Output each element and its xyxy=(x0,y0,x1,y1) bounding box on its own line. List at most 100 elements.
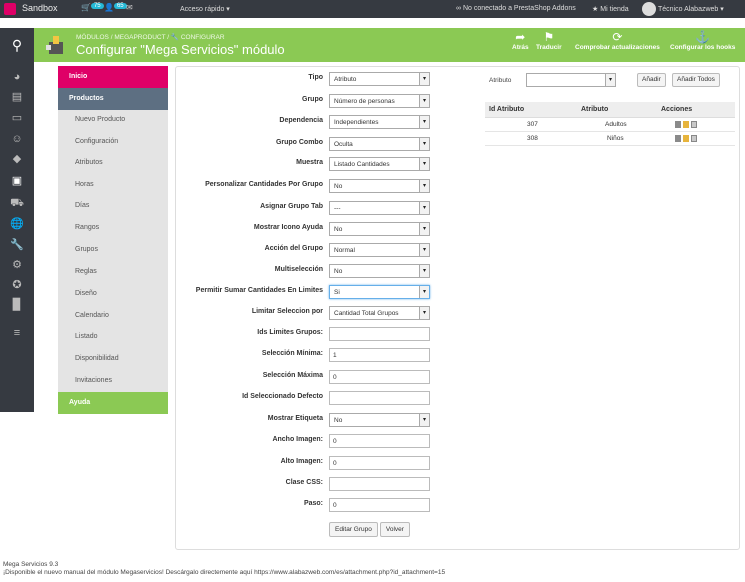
stats-icon[interactable]: ▉ xyxy=(9,298,25,312)
input-alto-imagen[interactable]: 0 xyxy=(329,456,430,470)
prestashop-logo[interactable] xyxy=(4,3,16,15)
select-personalizar[interactable]: No ▾ xyxy=(329,179,430,193)
input-seleccion-maxima[interactable]: 0 xyxy=(329,370,430,384)
breadcrumb-modules[interactable]: MÓDULOS xyxy=(76,34,109,41)
select-mostrar-etiqueta[interactable]: No ▾ xyxy=(329,413,430,427)
menu-item-nuevo-producto[interactable]: Nuevo Producto xyxy=(58,109,168,131)
label-grupo-combo: Grupo Combo xyxy=(275,139,323,146)
search-icon[interactable]: ⚲ xyxy=(0,28,34,62)
collapse-menu-icon[interactable]: ≡ xyxy=(9,326,25,340)
menu-item-inicio[interactable]: Inicio xyxy=(58,66,168,88)
input-ancho-imagen[interactable]: 0 xyxy=(329,434,430,448)
form-row-ids-limites: Ids Limites Grupos: xyxy=(175,327,435,341)
breadcrumb-module-name[interactable]: MEGAPRODUCT xyxy=(114,34,165,41)
form-row-personalizar: Personalizar Cantidades Por Grupo No ▾ xyxy=(175,179,435,193)
translate-button[interactable]: ⚑ Traducir xyxy=(536,31,562,52)
menu-item-calendario[interactable]: Calendario xyxy=(58,305,168,327)
label-ids-limites: Ids Limites Grupos: xyxy=(257,329,323,336)
back-button[interactable]: ➦ Atrás xyxy=(512,31,529,52)
select-asignar-tab[interactable]: --- ▾ xyxy=(329,201,430,215)
delete-icon[interactable] xyxy=(691,135,697,142)
select-grupo-combo[interactable]: Oculta ▾ xyxy=(329,137,430,151)
menu-item-atributos[interactable]: Atributos xyxy=(58,152,168,174)
edit-group-button[interactable]: Editar Grupo xyxy=(329,522,378,537)
select-tipo[interactable]: Atributo ▾ xyxy=(329,72,430,86)
orders-badge: 75 xyxy=(90,3,104,9)
select-limitar-seleccion[interactable]: Cantidad Total Grupos ▾ xyxy=(329,306,430,320)
payment-icon[interactable]: ▭ xyxy=(9,111,25,125)
orders-notification[interactable]: 🛒 75 xyxy=(81,3,104,12)
gears-icon[interactable]: ⚙ xyxy=(9,258,25,272)
user-menu[interactable]: Técnico Alabazweb ▾ xyxy=(658,5,724,13)
menu-item-dias[interactable]: Días xyxy=(58,195,168,217)
select-grupo[interactable]: Número de personas ▾ xyxy=(329,94,430,108)
check-updates-button[interactable]: ⟳ Comprobar actualizaciones xyxy=(575,30,660,52)
avatar[interactable] xyxy=(642,2,656,16)
select-permitir-sumar[interactable]: Si ▾ xyxy=(329,285,430,299)
menu-item-grupos[interactable]: Grupos xyxy=(58,239,168,261)
stats-icon[interactable] xyxy=(675,121,681,128)
edit-icon[interactable] xyxy=(683,135,689,142)
input-id-seleccionado[interactable] xyxy=(329,391,430,405)
form-row-paso: Paso: 0 xyxy=(175,498,435,512)
stats-icon[interactable] xyxy=(675,135,681,142)
input-paso[interactable]: 0 xyxy=(329,498,430,512)
chevron-down-icon: ▾ xyxy=(419,138,429,150)
menu-item-diseno[interactable]: Diseño xyxy=(58,283,168,305)
chevron-down-icon: ▾ xyxy=(419,223,429,235)
wrench-settings-icon[interactable]: 🔧 xyxy=(9,238,25,252)
input-clase-css[interactable] xyxy=(329,477,430,491)
chevron-down-icon: ▾ xyxy=(419,116,429,128)
input-seleccion-minima[interactable]: 1 xyxy=(329,348,430,362)
messages-notification[interactable]: ✉ xyxy=(126,3,133,12)
form-row-limitar-seleccion: Limitar Seleccion por Cantidad Total Gru… xyxy=(175,306,435,320)
customers-notification[interactable]: 👤 65 xyxy=(104,3,127,12)
select-muestra[interactable]: Listado Cantidades ▾ xyxy=(329,157,430,171)
my-shop-link[interactable]: ★ Mi tienda xyxy=(592,5,629,13)
puzzle-icon[interactable]: ✪ xyxy=(9,278,25,292)
add-all-attributes-button[interactable]: Añadir Todos xyxy=(672,73,720,87)
form-row-asignar-tab: Asignar Grupo Tab --- ▾ xyxy=(175,201,435,215)
menu-item-invitaciones[interactable]: Invitaciones xyxy=(58,370,168,392)
menu-item-disponibilidad[interactable]: Disponibilidad xyxy=(58,348,168,370)
menu-item-ayuda[interactable]: Ayuda xyxy=(58,392,168,414)
configure-hooks-button[interactable]: ⚓ Configurar los hooks xyxy=(670,30,735,52)
edit-icon[interactable] xyxy=(683,121,689,128)
select-multiseleccion[interactable]: No ▾ xyxy=(329,264,430,278)
dashboard-icon[interactable]: ◕ xyxy=(9,70,25,84)
back-form-button[interactable]: Volver xyxy=(379,522,410,537)
select-dependencia[interactable]: Independientes ▾ xyxy=(329,115,430,129)
label-personalizar: Personalizar Cantidades Por Grupo xyxy=(205,181,323,188)
shipping-icon[interactable]: ⛟ xyxy=(9,196,25,210)
globe-icon[interactable]: 🌐 xyxy=(9,217,25,231)
attribute-select[interactable]: ▾ xyxy=(526,73,616,87)
menu-item-rangos[interactable]: Rangos xyxy=(58,217,168,239)
add-attribute-button[interactable]: Añadir xyxy=(637,73,666,87)
menu-item-listado[interactable]: Listado xyxy=(58,326,168,348)
modules-icon[interactable]: ▣ xyxy=(9,174,25,188)
menu-item-horas[interactable]: Horas xyxy=(58,174,168,196)
refresh-icon: ⟳ xyxy=(612,30,623,44)
chevron-down-icon: ▾ xyxy=(419,307,429,319)
module-version: Mega Servicios 9.3 xyxy=(3,561,59,568)
menu-item-reglas[interactable]: Reglas xyxy=(58,261,168,283)
input-ids-limites[interactable] xyxy=(329,327,430,341)
form-row-grupo: Grupo Número de personas ▾ xyxy=(175,94,435,108)
menu-item-productos[interactable]: Productos xyxy=(58,88,168,110)
addons-status[interactable]: ∞ No conectado a PrestaShop Addons xyxy=(456,5,576,12)
delete-icon[interactable] xyxy=(691,121,697,128)
select-accion-grupo[interactable]: Normal ▾ xyxy=(329,243,430,257)
menu-item-configuracion[interactable]: Configuración xyxy=(58,131,168,153)
chevron-down-icon: ▾ xyxy=(419,244,429,256)
customers-icon[interactable]: ☺ xyxy=(9,132,25,146)
form-actions: Editar Grupo Volver xyxy=(329,522,412,537)
select-mostrar-icono[interactable]: No ▾ xyxy=(329,222,430,236)
quick-access-menu[interactable]: Acceso rápido ▾ xyxy=(180,5,230,13)
label-alto-imagen: Alto Imagen: xyxy=(280,458,323,465)
chevron-down-icon: ▾ xyxy=(419,414,429,426)
label-asignar-tab: Asignar Grupo Tab xyxy=(260,203,323,210)
shop-brand[interactable]: Sandbox xyxy=(22,3,58,13)
orders-icon[interactable]: ▤ xyxy=(9,90,25,104)
tags-icon[interactable]: ◆ xyxy=(9,152,25,166)
anchor-icon: ⚓ xyxy=(695,30,711,44)
